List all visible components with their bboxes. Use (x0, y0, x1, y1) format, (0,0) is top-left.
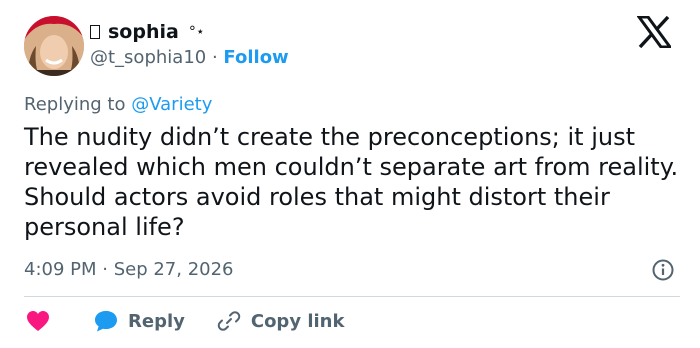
reply-button[interactable]: Reply (94, 310, 185, 332)
handle-separator: · (211, 47, 218, 68)
reply-context: Replying to @Variety (24, 94, 212, 115)
avatar[interactable] (24, 16, 84, 76)
user-handle[interactable]: @t_sophia10 (90, 47, 206, 68)
author-name-row[interactable]: sophia °⋆ (90, 18, 205, 46)
info-icon[interactable] (652, 259, 674, 281)
reply-label: Reply (128, 310, 185, 332)
tweet-text: The nudity didn’t create the preconcepti… (24, 123, 679, 241)
speech-bubble-icon (95, 311, 117, 332)
emoji-placeholder-icon (90, 25, 100, 39)
name-decoration: °⋆ (188, 24, 205, 40)
link-icon (217, 311, 241, 331)
heart-icon[interactable] (26, 310, 50, 332)
action-bar: Reply Copy link (26, 308, 344, 334)
x-logo-icon[interactable] (637, 16, 671, 48)
copy-link-button[interactable]: Copy link (217, 309, 345, 333)
reply-prefix: Replying to (24, 94, 126, 115)
copy-link-label: Copy link (250, 310, 345, 332)
follow-button[interactable]: Follow (223, 47, 288, 68)
avatar-photo (24, 16, 84, 76)
divider (24, 296, 680, 297)
handle-row: @t_sophia10 · Follow (90, 47, 289, 68)
reply-mention-link[interactable]: @Variety (131, 94, 212, 115)
display-name[interactable]: sophia (108, 21, 179, 43)
tweet-timestamp[interactable]: 4:09 PM · Sep 27, 2026 (24, 259, 234, 280)
